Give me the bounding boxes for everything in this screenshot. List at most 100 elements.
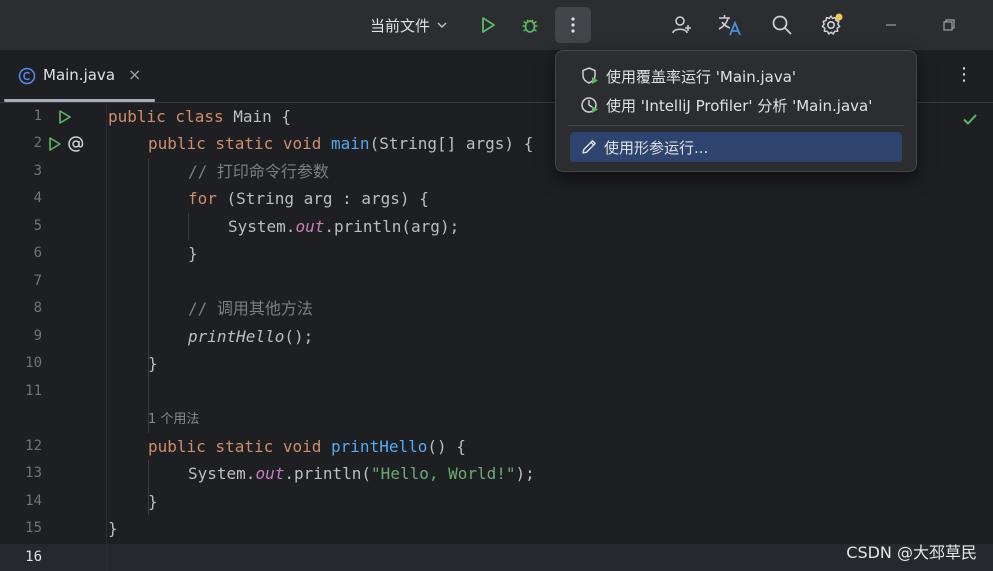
add-user-icon — [672, 16, 691, 34]
code-line: // 调用其他方法 — [188, 295, 313, 322]
run-main-gutter-icon[interactable] — [57, 109, 73, 129]
code-string: "Hello, World!" — [371, 464, 516, 483]
line-number: 15 — [25, 520, 42, 536]
translate-icon — [718, 15, 741, 36]
code-line: public class Main { — [108, 103, 291, 130]
code-keyword: public static void — [148, 437, 332, 456]
tab-label: Main.java — [43, 66, 116, 84]
line-number: 11 — [25, 383, 42, 399]
run-button[interactable] — [470, 7, 506, 43]
menu-item-label: 使用形参运行... — [604, 138, 709, 157]
code-text: System. — [188, 464, 256, 483]
line-number: 12 — [25, 438, 42, 454]
code-function: main — [331, 134, 370, 153]
more-actions-popup: 使用覆盖率运行 'Main.java' 使用 'IntelliJ Profile… — [555, 50, 917, 172]
menu-item-profile-with-intellij-profiler[interactable]: 使用 'IntelliJ Profiler' 分析 'Main.java' — [570, 90, 902, 120]
usage-hint[interactable]: 1 个用法 — [148, 406, 199, 433]
code-static-field: out — [255, 464, 285, 483]
menu-item-label: 使用覆盖率运行 'Main.java' — [606, 67, 797, 86]
line-number: 13 — [25, 465, 42, 481]
code-text: Main { — [233, 107, 292, 126]
restore-window-button[interactable] — [931, 7, 967, 43]
current-line-highlight — [0, 544, 993, 571]
code-line: public static void main(String[] args) { — [148, 130, 533, 157]
code-line: printHello(); — [188, 323, 313, 350]
search-icon — [772, 15, 792, 35]
code-text: System. — [228, 217, 296, 236]
indent-guide — [188, 213, 189, 240]
code-text: (String arg : args) { — [216, 189, 429, 208]
code-text: .println(arg); — [324, 217, 460, 236]
code-line: public static void printHello() { — [148, 433, 466, 460]
line-number: 5 — [33, 218, 42, 234]
chevron-down-icon — [437, 22, 447, 29]
code-line: for (String arg : args) { — [188, 185, 429, 212]
code-line: } — [108, 519, 118, 538]
run-configuration-label: 当前文件 — [370, 16, 431, 35]
code-text: (); — [284, 327, 314, 346]
menu-item-label: 使用 'IntelliJ Profiler' 分析 'Main.java' — [606, 96, 873, 115]
search-button[interactable] — [764, 7, 800, 43]
debug-icon — [522, 19, 538, 33]
code-line: System.out.println(arg); — [228, 213, 459, 240]
code-comment: // 调用其他方法 — [188, 299, 313, 318]
close-tab-icon[interactable]: × — [128, 65, 141, 84]
more-actions-button[interactable] — [555, 7, 591, 43]
code-text: .println( — [284, 464, 372, 483]
code-line: // 打印命令行参数 — [188, 158, 329, 185]
line-number: 2 — [33, 135, 42, 151]
indent-guide — [148, 158, 149, 433]
code-keyword: public static void — [148, 134, 332, 153]
code-keyword: public class — [108, 107, 234, 126]
line-number: 4 — [33, 190, 42, 206]
no-problems-check-icon[interactable] — [962, 111, 978, 131]
code-editor[interactable]: 1 2 3 4 5 6 7 8 9 10 11 12 13 14 15 16 p… — [0, 103, 993, 571]
minimize-icon — [886, 24, 896, 26]
pencil-icon — [582, 140, 596, 154]
more-vertical-icon — [571, 17, 575, 33]
line-number: 10 — [25, 355, 42, 371]
menu-item-run-with-coverage[interactable]: 使用覆盖率运行 'Main.java' — [570, 61, 902, 91]
menu-item-run-with-parameters[interactable]: 使用形参运行... — [570, 132, 902, 162]
line-number: 9 — [33, 328, 42, 344]
run-method-gutter-icon[interactable] — [47, 136, 63, 156]
settings-button[interactable] — [813, 7, 849, 43]
tab-main-java[interactable]: Main.java × — [0, 50, 155, 102]
active-tab-indicator — [4, 99, 155, 102]
code-line: } — [148, 492, 158, 511]
settings-icon — [821, 13, 843, 35]
line-number: 8 — [33, 300, 42, 316]
line-number: 3 — [33, 163, 42, 179]
code-method-call: printHello — [188, 327, 285, 346]
code-function: printHello — [331, 437, 428, 456]
watermark: CSDN @大邳草民 — [846, 543, 977, 562]
class-c-icon — [18, 67, 36, 85]
main-toolbar: 当前文件 — [0, 0, 993, 50]
restore-icon — [943, 19, 955, 31]
code-with-me-button[interactable] — [664, 7, 700, 43]
line-number: 6 — [33, 245, 42, 261]
code-line: } — [188, 244, 198, 263]
code-line: } — [148, 354, 158, 373]
line-number: 7 — [33, 273, 42, 289]
code-comment: // 打印命令行参数 — [188, 162, 329, 181]
code-line: System.out.println("Hello, World!"); — [188, 460, 535, 487]
code-static-field: out — [295, 217, 325, 236]
profiler-icon — [581, 97, 598, 113]
code-text: (String[] args) { — [369, 134, 534, 153]
editor-gutter: 1 2 3 4 5 6 7 8 9 10 11 12 13 14 15 16 — [0, 103, 107, 571]
line-number-current: 16 — [25, 549, 42, 565]
run-configuration-selector[interactable]: 当前文件 — [362, 10, 456, 40]
code-text: ); — [515, 464, 535, 483]
code-keyword: for — [188, 189, 217, 208]
line-number: 1 — [33, 108, 42, 124]
translate-button[interactable] — [712, 7, 748, 43]
debug-button[interactable] — [512, 7, 548, 43]
tab-actions-icon[interactable]: ⋮ — [955, 64, 973, 85]
at-symbol-gutter-icon[interactable] — [67, 135, 85, 157]
minimize-window-button[interactable] — [873, 7, 909, 43]
line-number: 14 — [25, 493, 42, 509]
run-icon — [482, 17, 495, 33]
coverage-icon — [582, 67, 598, 84]
code-text: () { — [427, 437, 466, 456]
